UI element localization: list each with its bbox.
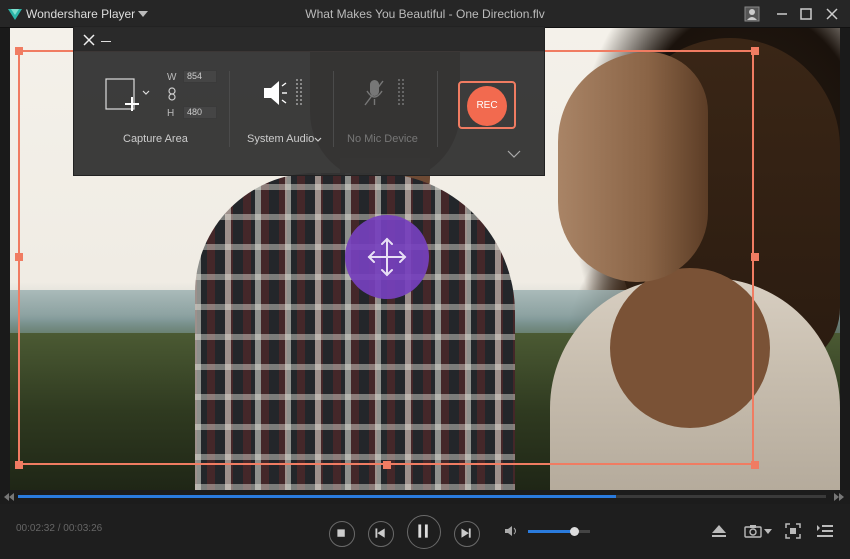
resize-handle-bottom-left[interactable]	[15, 461, 23, 469]
user-icon[interactable]	[742, 4, 762, 24]
seek-forward-icon[interactable]	[834, 492, 844, 502]
system-audio-chevron-icon[interactable]	[314, 137, 322, 143]
divider	[437, 71, 438, 147]
width-label: W	[167, 72, 177, 83]
player-controls: 00:02:32 / 00:03:26	[0, 504, 850, 559]
previous-icon	[375, 528, 385, 538]
rec-button[interactable]: REC	[467, 86, 507, 126]
playlist-icon[interactable]	[816, 522, 834, 540]
volume-fill	[528, 530, 574, 533]
resize-handle-bottom-right[interactable]	[751, 461, 759, 469]
resize-handle-right[interactable]	[751, 253, 759, 261]
microphone-icon	[364, 79, 404, 106]
fullscreen-icon[interactable]	[784, 522, 802, 540]
volume-knob[interactable]	[569, 527, 579, 536]
height-field[interactable]: 480	[183, 106, 217, 119]
close-icon[interactable]	[822, 4, 842, 24]
divider	[229, 71, 230, 147]
resize-handle-top-left[interactable]	[15, 47, 23, 55]
height-label: H	[167, 108, 175, 119]
capture-area-icon[interactable]	[104, 75, 150, 115]
title-bar: Wondershare Player What Makes You Beauti…	[0, 0, 850, 28]
recorder-close-icon[interactable]	[82, 33, 96, 47]
minimize-icon[interactable]	[772, 4, 792, 24]
resize-handle-bottom[interactable]	[383, 461, 391, 469]
volume-slider[interactable]	[528, 527, 590, 536]
camera-icon[interactable]	[744, 522, 762, 540]
next-icon	[461, 528, 471, 538]
progress-row	[0, 490, 850, 504]
move-icon	[367, 237, 407, 277]
stop-icon	[337, 529, 345, 537]
pause-icon	[418, 524, 428, 538]
mic-device-label: No Mic Device	[347, 133, 418, 145]
progress-bar[interactable]	[18, 495, 826, 498]
progress-fill	[18, 495, 616, 498]
previous-button[interactable]	[368, 521, 394, 547]
resize-handle-top-right[interactable]	[751, 47, 759, 55]
window-title: What Makes You Beautiful - One Direction…	[305, 7, 545, 21]
camera-dropdown-icon[interactable]	[764, 529, 772, 535]
link-icon[interactable]	[167, 87, 177, 101]
maximize-icon[interactable]	[796, 4, 816, 24]
recorder-minimize-icon[interactable]	[101, 41, 111, 42]
time-display: 00:02:32 / 00:03:26	[16, 523, 103, 534]
recorder-header	[74, 27, 544, 51]
eject-icon[interactable]	[710, 522, 728, 540]
divider	[333, 71, 334, 147]
seek-back-icon[interactable]	[4, 492, 14, 502]
pause-button[interactable]	[407, 515, 441, 549]
stop-button[interactable]	[329, 521, 355, 547]
volume-icon[interactable]	[504, 524, 518, 538]
width-field[interactable]: 854	[183, 70, 217, 83]
resize-handle-left[interactable]	[15, 253, 23, 261]
speaker-icon[interactable]	[262, 77, 310, 109]
next-button[interactable]	[454, 521, 480, 547]
recorder-panel: W 854 H 480 Capture Area System Audio No…	[73, 26, 545, 176]
system-audio-dropdown[interactable]: System Audio	[247, 133, 314, 145]
capture-area-label: Capture Area	[123, 133, 188, 145]
chevron-down-icon[interactable]	[507, 149, 521, 159]
move-handle[interactable]	[345, 215, 429, 299]
